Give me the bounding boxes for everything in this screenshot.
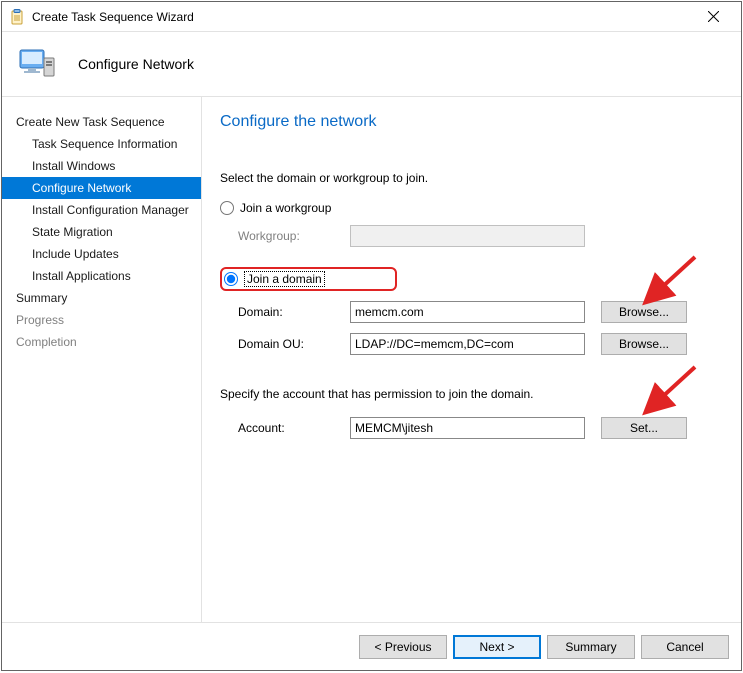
sidebar-item-completion: Completion (2, 331, 201, 353)
next-button[interactable]: Next > (453, 635, 541, 659)
sidebar-item-progress: Progress (2, 309, 201, 331)
browse-domain-button[interactable]: Browse... (601, 301, 687, 323)
domain-ou-input[interactable] (350, 333, 585, 355)
app-icon (10, 9, 26, 25)
window-title: Create Task Sequence Wizard (32, 10, 691, 24)
cancel-button[interactable]: Cancel (641, 635, 729, 659)
wizard-footer: < Previous Next > Summary Cancel (2, 622, 741, 670)
highlight-join-domain: Join a domain (220, 267, 397, 291)
sidebar-item-task-info[interactable]: Task Sequence Information (2, 133, 201, 155)
radio-workgroup-label: Join a workgroup (240, 201, 331, 215)
title-bar: Create Task Sequence Wizard (2, 2, 741, 32)
content-pane: Configure the network Select the domain … (202, 97, 741, 622)
radio-domain-label: Join a domain (244, 271, 325, 287)
browse-ou-button[interactable]: Browse... (601, 333, 687, 355)
sidebar-item-install-cm[interactable]: Install Configuration Manager (2, 199, 201, 221)
set-account-button[interactable]: Set... (601, 417, 687, 439)
previous-button[interactable]: < Previous (359, 635, 447, 659)
sidebar-item-state-migration[interactable]: State Migration (2, 221, 201, 243)
radio-workgroup[interactable] (220, 201, 234, 215)
sidebar-item-include-updates[interactable]: Include Updates (2, 243, 201, 265)
summary-button[interactable]: Summary (547, 635, 635, 659)
sidebar-item-install-windows[interactable]: Install Windows (2, 155, 201, 177)
sidebar-item-summary[interactable]: Summary (2, 287, 201, 309)
domain-label: Domain: (220, 305, 350, 319)
page-title: Configure Network (78, 56, 194, 72)
account-input[interactable] (350, 417, 585, 439)
sidebar-item-configure-network[interactable]: Configure Network (2, 177, 201, 199)
computer-icon (18, 44, 58, 84)
close-button[interactable] (691, 3, 735, 31)
domain-input[interactable] (350, 301, 585, 323)
account-instruction: Specify the account that has permission … (220, 387, 723, 401)
workgroup-label: Workgroup: (220, 229, 350, 243)
domain-ou-label: Domain OU: (220, 337, 350, 351)
instruction-text: Select the domain or workgroup to join. (220, 171, 723, 185)
radio-domain[interactable] (224, 272, 238, 286)
account-label: Account: (220, 421, 350, 435)
wizard-steps-sidebar: Create New Task Sequence Task Sequence I… (2, 97, 202, 622)
sidebar-item-install-apps[interactable]: Install Applications (2, 265, 201, 287)
content-heading: Configure the network (220, 113, 723, 131)
wizard-header: Configure Network (2, 32, 741, 96)
workgroup-input (350, 225, 585, 247)
sidebar-item-create[interactable]: Create New Task Sequence (2, 111, 201, 133)
